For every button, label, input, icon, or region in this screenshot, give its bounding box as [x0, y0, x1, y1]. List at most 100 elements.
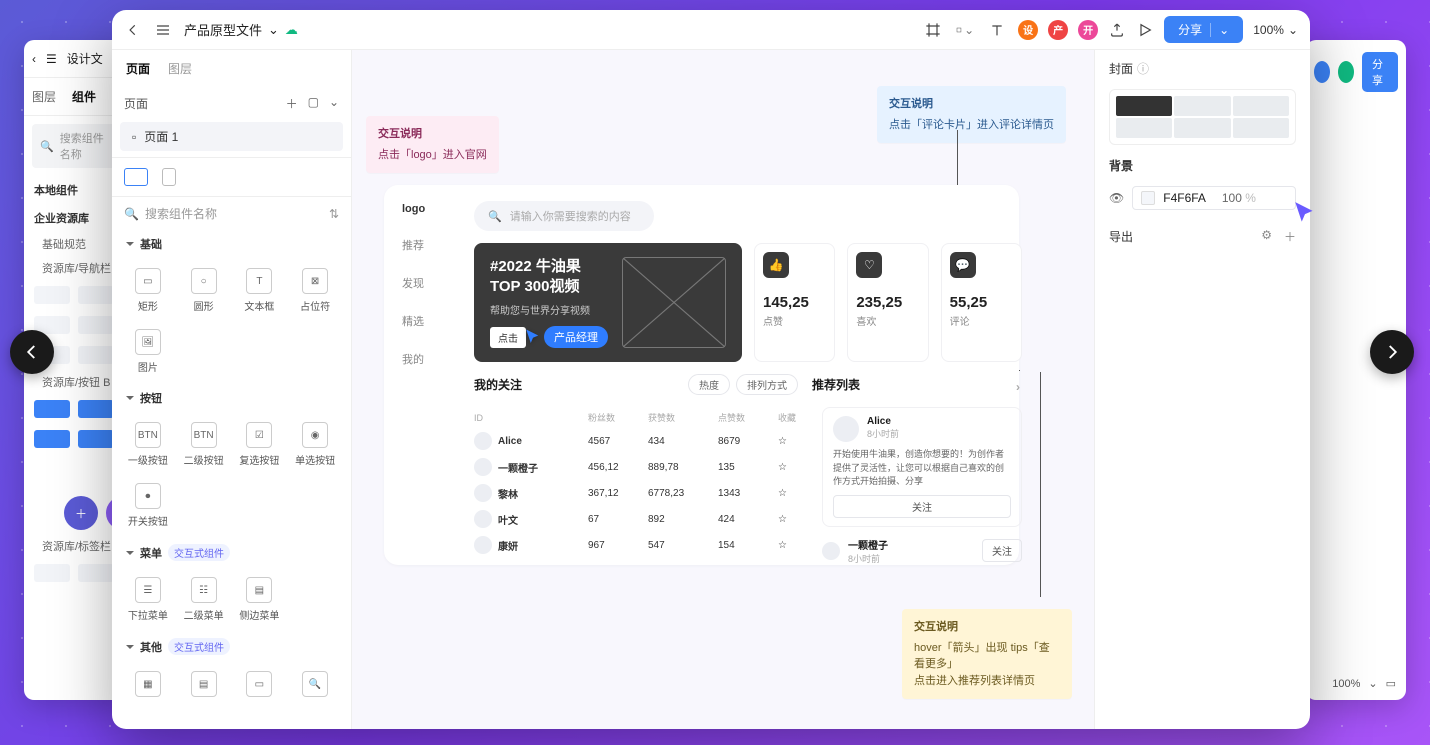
table-row[interactable]: 康妍967547154☆ — [474, 532, 808, 558]
bg-zoom[interactable]: 100% — [1332, 678, 1360, 690]
text-tool-icon[interactable] — [988, 21, 1006, 39]
mock-nav-logo[interactable]: logo — [402, 203, 458, 215]
star-icon[interactable]: ☆ — [778, 436, 808, 447]
table-row[interactable]: 一颗橙子456,12889,78135☆ — [474, 454, 808, 480]
table-row[interactable]: 黎林367,126778,231343☆ — [474, 480, 808, 506]
mock-nav-item[interactable]: 我的 — [402, 351, 458, 367]
mock-hero-card[interactable]: #2022 牛油果 TOP 300视频 帮助您与世界分享视频 点击 — [474, 243, 742, 362]
chevron-right-icon[interactable]: › — [1016, 380, 1020, 394]
frame-tool-icon[interactable] — [924, 21, 942, 39]
add-page-icon[interactable]: ＋ — [286, 95, 298, 112]
tile-sidemenu[interactable]: ▤侧边菜单 — [234, 571, 286, 628]
annotation-pink[interactable]: 交互说明 点击「logo」进入官网 — [366, 116, 499, 173]
folder-icon[interactable]: ▢ — [308, 95, 319, 112]
info-icon[interactable]: ⓘ — [1137, 60, 1149, 77]
tile-other-1[interactable]: ▦ — [122, 665, 174, 703]
bg-group-local[interactable]: 本地组件 — [24, 176, 124, 204]
tile-rect[interactable]: ▭矩形 — [122, 262, 174, 319]
mock-stat-card[interactable]: 👍 145,25 点赞 — [754, 243, 835, 362]
section-other[interactable]: 其他 — [140, 639, 162, 655]
user-badge[interactable]: 产 — [1048, 20, 1068, 40]
tile-other-2[interactable]: ▤ — [178, 665, 230, 703]
mock-follow-button[interactable]: 关注 — [982, 539, 1022, 562]
filter-icon[interactable]: ⇅ — [329, 207, 339, 221]
mock-stat-card[interactable]: ♡ 235,25 喜欢 — [847, 243, 928, 362]
eye-icon[interactable]: 👁 — [1109, 191, 1124, 205]
mock-follow-button[interactable]: 关注 — [833, 495, 1011, 518]
file-title[interactable]: 产品原型文件 — [184, 20, 262, 39]
cover-thumbnail[interactable] — [1109, 89, 1296, 145]
canvas[interactable]: 交互说明 点击「logo」进入官网 交互说明 点击「评论卡片」进入评论详情页 交… — [352, 50, 1094, 729]
user-badge[interactable]: 开 — [1078, 20, 1098, 40]
bg-sub-basics[interactable]: 基础规范 — [24, 232, 124, 256]
back-icon[interactable] — [124, 21, 142, 39]
bg-color-input[interactable]: F4F6FA 100 % — [1132, 186, 1296, 210]
tile-checkbox[interactable]: ☑复选按钮 — [234, 416, 286, 473]
carousel-next-button[interactable] — [1370, 330, 1414, 374]
star-icon[interactable]: ☆ — [778, 540, 808, 551]
tile-btn-secondary[interactable]: BTN二级按钮 — [178, 416, 230, 473]
mock-reco-card[interactable]: 一颗橙子8小时前 关注 — [822, 537, 1022, 565]
table-row[interactable]: Alice45674348679☆ — [474, 428, 808, 454]
share-button[interactable]: 分享 ⌄ — [1164, 16, 1243, 43]
tile-dropdown[interactable]: ☰下拉菜单 — [122, 571, 174, 628]
bg-search-input[interactable]: 🔍 搜索组件名称 — [32, 124, 116, 168]
chevron-down-icon[interactable]: ⌄ — [1368, 677, 1377, 690]
bg-fab-add[interactable]: ＋ — [64, 496, 98, 530]
mock-search-input[interactable]: 🔍 请输入你需要搜索的内容 — [474, 201, 654, 231]
mock-nav-item[interactable]: 精选 — [402, 313, 458, 329]
shape-tool-icon[interactable]: ⌄ — [956, 21, 974, 39]
bg-share-button[interactable]: 分享 — [1362, 52, 1398, 92]
bg-tab-components[interactable]: 组件 — [72, 88, 96, 105]
zoom-control[interactable]: 100% ⌄ — [1253, 23, 1298, 37]
mock-nav-item[interactable]: 推荐 — [402, 237, 458, 253]
section-menu[interactable]: 菜单 — [140, 545, 162, 561]
mock-chip-sort[interactable]: 排列方式 — [736, 374, 798, 395]
export-icon[interactable] — [1108, 21, 1126, 39]
bg-tab-layers[interactable]: 图层 — [32, 88, 56, 105]
color-swatch[interactable] — [1141, 191, 1155, 205]
user-badge[interactable]: 设 — [1018, 20, 1038, 40]
tab-pages[interactable]: 页面 — [126, 60, 150, 77]
add-export-icon[interactable]: ＋ — [1284, 228, 1296, 245]
menu-icon[interactable] — [154, 21, 172, 39]
bg-sub-button[interactable]: 资源库/按钮 B — [24, 370, 124, 394]
settings-icon[interactable]: ⚙ — [1261, 228, 1272, 245]
tab-layers[interactable]: 图层 — [168, 60, 192, 77]
tile-image[interactable]: 🖼图片 — [122, 323, 174, 380]
tile-textbox[interactable]: T文本框 — [234, 262, 286, 319]
section-basic[interactable]: 基础 — [140, 236, 162, 252]
tile-switch[interactable]: ⏺开关按钮 — [122, 477, 174, 534]
play-icon[interactable] — [1136, 21, 1154, 39]
annotation-blue[interactable]: 交互说明 点击「评论卡片」进入评论详情页 — [877, 86, 1066, 143]
chevron-down-icon[interactable]: ⌄ — [329, 95, 339, 112]
mock-reco-card[interactable]: Alice8小时前 开始使用牛油果，创造你想要的！为创作者提供了灵活性，让您可以… — [822, 407, 1022, 527]
device-mobile-icon[interactable] — [162, 168, 176, 186]
tile-radio[interactable]: ◉单选按钮 — [289, 416, 341, 473]
star-icon[interactable]: ☆ — [778, 514, 808, 525]
chevron-left-icon[interactable]: ‹ — [32, 52, 36, 66]
mock-chip-hot[interactable]: 热度 — [688, 374, 730, 395]
page-item[interactable]: ▫ 页面 1 — [120, 122, 343, 151]
chevron-down-icon[interactable]: ⌄ — [268, 22, 279, 38]
tile-other-3[interactable]: ▭ — [234, 665, 286, 703]
device-desktop-icon[interactable] — [124, 168, 148, 186]
carousel-prev-button[interactable] — [10, 330, 54, 374]
component-search-input[interactable]: 搜索组件名称 — [145, 205, 217, 222]
annotation-yellow[interactable]: 交互说明 hover「箭头」出现 tips「查看更多」 点击进入推荐列表详情页 — [902, 609, 1072, 699]
star-icon[interactable]: ☆ — [778, 488, 808, 499]
star-icon[interactable]: ☆ — [778, 462, 808, 473]
bg-sub-tabs[interactable]: 资源库/标签栏 — [24, 534, 124, 558]
menu-icon[interactable]: ☰ — [46, 52, 57, 66]
section-button[interactable]: 按钮 — [140, 390, 162, 406]
tile-btn-primary[interactable]: BTN一级按钮 — [122, 416, 174, 473]
book-icon[interactable]: ▭ — [1386, 677, 1396, 690]
mock-nav-item[interactable]: 发现 — [402, 275, 458, 291]
table-row[interactable]: 叶文67892424☆ — [474, 506, 808, 532]
bg-sub-navbar[interactable]: 资源库/导航栏 — [24, 256, 124, 280]
tile-circle[interactable]: ○圆形 — [178, 262, 230, 319]
mock-stat-card[interactable]: 💬 55,25 评论 — [941, 243, 1022, 362]
tile-placeholder[interactable]: ⊠占位符 — [289, 262, 341, 319]
tile-submenu[interactable]: ☷二级菜单 — [178, 571, 230, 628]
prototype-frame[interactable]: logo 推荐 发现 精选 我的 🔍 请输入你需要搜索的内容 — [384, 185, 1019, 565]
